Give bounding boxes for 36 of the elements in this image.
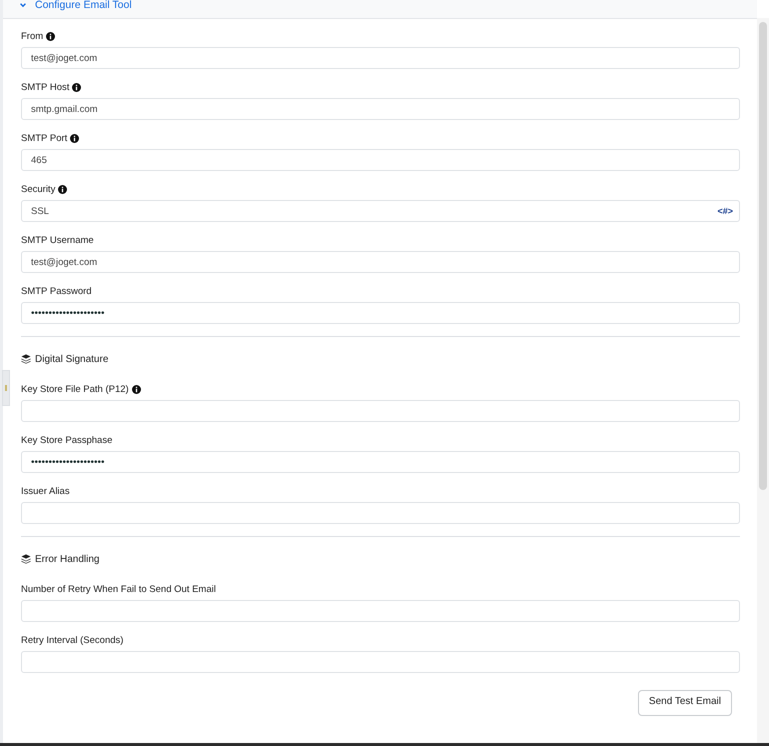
info-icon[interactable] [132, 385, 141, 394]
field-label: Issuer Alias [21, 486, 70, 497]
scrollbar-thumb[interactable] [759, 22, 767, 490]
field-label: From [21, 31, 44, 42]
field-label: SMTP Host [21, 82, 70, 93]
resize-handle[interactable] [2, 370, 10, 406]
input-field[interactable]: smtp.gmail.com [21, 98, 740, 120]
field-label: SMTP Password [21, 286, 92, 297]
section-title: Digital Signature [35, 354, 108, 364]
field-label: SMTP Port [21, 133, 68, 144]
security-select[interactable]: SSL <#> [21, 200, 740, 222]
field-label: Retry Interval (Seconds) [21, 635, 124, 646]
section-title: Error Handling [35, 554, 100, 564]
panel-title: Configure Email Tool [35, 0, 132, 11]
info-icon[interactable] [72, 83, 82, 92]
layers-icon [21, 554, 31, 564]
input-field[interactable] [21, 400, 740, 422]
field-label: Key Store File Path (P12) [21, 384, 129, 395]
input-field[interactable]: 465 [21, 149, 740, 171]
field-label: Key Store Passphase [21, 435, 112, 446]
layers-icon [21, 354, 31, 364]
field-label: SMTP Username [21, 235, 94, 246]
send-test-email-button[interactable]: Send Test Email [638, 690, 732, 716]
input-field[interactable]: ••••••••••••••••••••• [21, 451, 740, 473]
info-icon[interactable] [58, 185, 68, 194]
input-field[interactable] [21, 651, 740, 673]
field-label: Security [21, 184, 56, 195]
input-field[interactable]: test@joget.com [21, 47, 740, 69]
input-field[interactable] [21, 600, 740, 622]
input-field[interactable] [21, 502, 740, 524]
info-icon[interactable] [46, 32, 56, 41]
input-field[interactable]: test@joget.com [21, 251, 740, 273]
input-field[interactable]: ••••••••••••••••••••• [21, 302, 740, 324]
field-label: Number of Retry When Fail to Send Out Email [21, 584, 216, 595]
panel-header[interactable]: Configure Email Tool [3, 0, 757, 19]
info-icon[interactable] [70, 134, 80, 143]
